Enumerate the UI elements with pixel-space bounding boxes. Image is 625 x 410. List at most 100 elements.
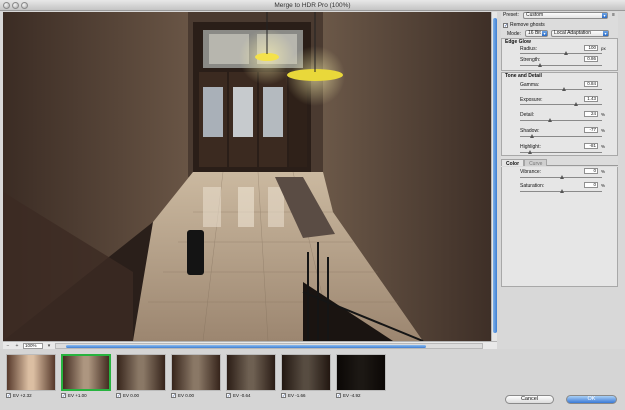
- filmstrip-thumbnail[interactable]: ✓ EV 0.00: [116, 354, 166, 400]
- remove-ghosts-checkbox[interactable]: ✓: [503, 22, 508, 28]
- filmstrip-ev-label: EV -4.92: [343, 393, 361, 398]
- detail-label: Detail:: [520, 112, 535, 118]
- saturation-label: Saturation:: [520, 183, 545, 189]
- filmstrip-ev-label: EV +2.32: [13, 393, 32, 398]
- filmstrip-include-checkbox[interactable]: ✓: [336, 393, 341, 398]
- chevron-down-icon: ▾: [603, 31, 608, 36]
- filmstrip-thumbnail-image: [171, 354, 221, 391]
- preview-status-bar: − + 100% ▾: [3, 341, 497, 349]
- window-title: Merge to HDR Pro (100%): [274, 2, 351, 9]
- filmstrip-include-checkbox[interactable]: ✓: [6, 393, 11, 398]
- title-bar: Merge to HDR Pro (100%): [0, 0, 625, 11]
- filmstrip-ev-label: EV -0.64: [233, 393, 251, 398]
- highlight-slider[interactable]: [520, 150, 602, 154]
- gamma-field[interactable]: 0.84: [584, 81, 598, 87]
- vertical-scroll-thumb[interactable]: [493, 18, 497, 333]
- edge-glow-title: Edge Glow: [505, 39, 531, 45]
- gamma-slider[interactable]: [520, 87, 602, 91]
- filmstrip-ev-label: EV -1.66: [288, 393, 306, 398]
- radius-slider-knob[interactable]: [564, 51, 568, 55]
- saturation-slider[interactable]: [520, 189, 602, 193]
- tone-detail-group: Tone and Detail Gamma: 0.84 Exposure: 1.…: [501, 72, 618, 156]
- cancel-button[interactable]: Cancel: [505, 395, 554, 404]
- filmstrip-thumbnail-image: [281, 354, 331, 391]
- filmstrip-include-checkbox[interactable]: ✓: [281, 393, 286, 398]
- shadow-slider[interactable]: [520, 134, 602, 138]
- preview-horizontal-scrollbar[interactable]: [55, 342, 483, 349]
- shadow-unit: %: [601, 128, 606, 133]
- chevron-down-icon: ▾: [542, 31, 547, 36]
- radius-unit: px: [601, 46, 606, 51]
- vibrance-unit: %: [601, 169, 606, 174]
- strength-slider-knob[interactable]: [537, 63, 542, 67]
- radius-field[interactable]: 100: [584, 45, 598, 51]
- filmstrip-thumbnail-image: [61, 354, 111, 391]
- exposure-slider-knob[interactable]: [574, 102, 579, 106]
- preset-menu-icon[interactable]: ≡: [612, 12, 615, 18]
- filmstrip-ev-label: EV 0.00: [123, 393, 140, 398]
- saturation-slider-knob[interactable]: [560, 189, 564, 193]
- highlight-field[interactable]: -81: [584, 143, 598, 149]
- tab-color[interactable]: Color: [501, 159, 525, 167]
- color-curve-tabs: Color Curve: [501, 159, 618, 167]
- highlight-unit: %: [601, 144, 606, 149]
- chevron-down-icon: ▾: [602, 13, 607, 18]
- horizontal-scroll-thumb[interactable]: [66, 344, 426, 348]
- vibrance-slider-knob[interactable]: [560, 175, 564, 179]
- filmstrip-thumbnail[interactable]: ✓ EV 0.00: [171, 354, 221, 400]
- filmstrip-thumbnail[interactable]: ✓ EV -0.64: [226, 354, 276, 400]
- hdr-preview-image[interactable]: [3, 12, 491, 341]
- filmstrip-include-checkbox[interactable]: ✓: [226, 393, 231, 398]
- vibrance-field[interactable]: 0: [584, 168, 598, 174]
- saturation-field[interactable]: 0: [584, 182, 598, 188]
- filmstrip-include-checkbox[interactable]: ✓: [171, 393, 176, 398]
- gamma-slider-knob[interactable]: [561, 87, 566, 91]
- strength-slider[interactable]: [520, 63, 602, 67]
- filmstrip-thumbnail-image: [226, 354, 276, 391]
- filmstrip-thumbnail-image: [336, 354, 386, 391]
- preset-label: Preset:: [503, 12, 519, 18]
- exposure-field[interactable]: 1.43: [584, 96, 598, 102]
- zoom-in-icon[interactable]: +: [14, 343, 20, 349]
- zoom-out-icon[interactable]: −: [5, 343, 11, 349]
- preview-vertical-scrollbar[interactable]: [491, 12, 497, 341]
- mode-label: Mode:: [507, 31, 521, 37]
- hallway-photo: [3, 12, 491, 341]
- preset-value: Custom: [526, 12, 544, 18]
- edge-glow-group: Edge Glow Radius: 100 px Strength: 0.86: [501, 38, 618, 71]
- tone-detail-title: Tone and Detail: [505, 73, 542, 79]
- preset-dropdown[interactable]: Custom ▾: [523, 12, 608, 19]
- exposure-slider[interactable]: [520, 102, 602, 106]
- filmstrip-ev-label: EV 0.00: [178, 393, 195, 398]
- shadow-field[interactable]: -77: [584, 127, 598, 133]
- method-value: Local Adaptation: [554, 30, 591, 36]
- vibrance-slider[interactable]: [520, 175, 602, 179]
- filmstrip-ev-label: EV +1.00: [68, 393, 87, 398]
- radius-slider[interactable]: [520, 51, 602, 55]
- strength-field[interactable]: 0.86: [584, 56, 598, 62]
- filmstrip-include-checkbox[interactable]: ✓: [61, 393, 66, 398]
- saturation-unit: %: [601, 183, 606, 188]
- method-dropdown[interactable]: Local Adaptation ▾: [551, 30, 609, 37]
- filmstrip-thumbnail[interactable]: ✓ EV -4.92: [336, 354, 386, 400]
- gamma-label: Gamma:: [520, 82, 540, 88]
- tab-curve[interactable]: Curve: [524, 159, 548, 167]
- detail-field[interactable]: 24: [584, 111, 598, 117]
- filmstrip-thumbnail[interactable]: ✓ EV +2.32: [6, 354, 56, 400]
- shadow-slider-knob[interactable]: [529, 134, 534, 138]
- zoom-menu-chevron-icon[interactable]: ▾: [46, 343, 52, 349]
- highlight-slider-knob[interactable]: [528, 150, 532, 154]
- color-tab-panel: Vibrance: 0 % Saturation: 0 %: [501, 167, 618, 287]
- filmstrip-thumbnail[interactable]: ✓ EV +1.00: [61, 354, 111, 400]
- exposure-label: Exposure:: [520, 97, 543, 103]
- filmstrip-include-checkbox[interactable]: ✓: [116, 393, 121, 398]
- remove-ghosts-label: Remove ghosts: [510, 22, 545, 28]
- detail-slider-knob[interactable]: [548, 118, 552, 122]
- detail-slider[interactable]: [520, 118, 602, 122]
- detail-unit: %: [601, 112, 606, 117]
- ok-button[interactable]: OK: [566, 395, 617, 404]
- zoom-level-field[interactable]: 100%: [23, 342, 43, 349]
- filmstrip-thumbnail[interactable]: ✓ EV -1.66: [281, 354, 331, 400]
- bit-depth-dropdown[interactable]: 16 Bit ▾: [525, 30, 548, 37]
- radius-label: Radius:: [520, 46, 537, 52]
